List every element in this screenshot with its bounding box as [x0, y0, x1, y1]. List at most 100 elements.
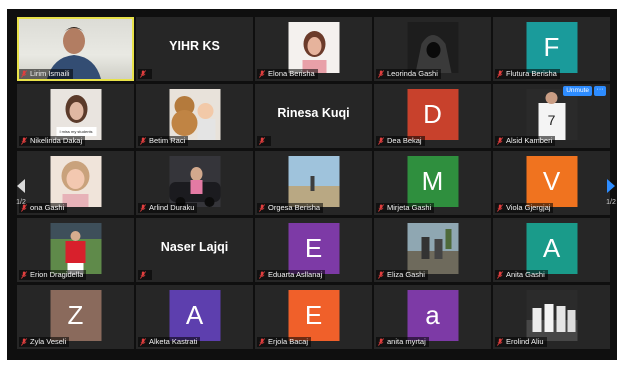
participant-tile[interactable]: A Anita Gashi: [493, 218, 610, 282]
participant-tile[interactable]: Elona Berisha: [255, 17, 372, 81]
participant-name-bar: Alsid Kamberi: [495, 136, 556, 146]
participant-tile[interactable]: ona Gashi: [17, 151, 134, 215]
profile-picture: [50, 223, 101, 274]
mic-muted-icon: [497, 271, 503, 279]
participant-tile[interactable]: E Erjola Bacaj: [255, 285, 372, 349]
mic-muted-icon: [259, 204, 265, 212]
mic-muted-icon: [497, 137, 503, 145]
participant-name-bar: Zyla Veseli: [19, 337, 70, 347]
participant-tile[interactable]: Betim Raci: [136, 84, 253, 148]
participant-name: Lirim Ismaili: [30, 69, 70, 78]
letter-avatar: A: [526, 223, 577, 274]
letter-avatar: F: [526, 22, 577, 73]
profile-picture: [407, 22, 458, 73]
participant-tile[interactable]: A Alketa Kastrati: [136, 285, 253, 349]
participant-tile[interactable]: Arlind Duraku: [136, 151, 253, 215]
chevron-left-icon: [17, 178, 25, 193]
mic-muted-icon: [140, 137, 146, 145]
mic-muted-icon: [259, 338, 265, 346]
participant-tile[interactable]: E Eduarta Asllanaj: [255, 218, 372, 282]
participant-tile[interactable]: D Dea Bekaj: [374, 84, 491, 148]
participant-name-bar: Leorinda Gashi: [376, 69, 441, 79]
mic-muted-icon: [21, 271, 27, 279]
participant-name: Arlind Duraku: [149, 203, 195, 212]
participant-name-bar: Anita Gashi: [495, 270, 548, 280]
page-indicator-right: 1/2: [606, 198, 616, 206]
participant-display-name: Rinesa Kuqi: [277, 106, 350, 120]
mic-muted-icon: [378, 70, 384, 78]
participant-tile[interactable]: Erion Dragidella: [17, 218, 134, 282]
next-page-button[interactable]: 1/2: [600, 162, 622, 222]
profile-picture: I miss my students: [50, 89, 101, 140]
participant-tile[interactable]: Leorinda Gashi: [374, 17, 491, 81]
participant-name: Erjola Bacaj: [268, 337, 309, 346]
mic-muted-icon: [140, 70, 146, 78]
profile-picture: [288, 22, 339, 73]
participant-name-bar: [138, 69, 152, 79]
participant-tile[interactable]: Erolind Aliu: [493, 285, 610, 349]
participant-tile[interactable]: a anita myrtaj: [374, 285, 491, 349]
mic-muted-icon: [378, 204, 384, 212]
participant-name-bar: Eliza Gashi: [376, 270, 428, 280]
participant-tile[interactable]: V Viola Gjergjaj: [493, 151, 610, 215]
participant-name: Leorinda Gashi: [387, 69, 438, 78]
participant-tile[interactable]: Naser Lajqi: [136, 218, 253, 282]
profile-picture: [169, 156, 220, 207]
participant-display-name: YIHR KS: [169, 39, 220, 53]
participant-name-bar: Dea Bekaj: [376, 136, 425, 146]
previous-page-button[interactable]: 1/2: [10, 162, 32, 222]
participant-tile[interactable]: YIHR KS: [136, 17, 253, 81]
profile-picture: [169, 89, 220, 140]
mic-muted-icon: [259, 137, 265, 145]
participant-name: Alsid Kamberi: [506, 136, 553, 145]
participant-name: Flutura Berisha: [506, 69, 557, 78]
participant-tile[interactable]: F Flutura Berisha: [493, 17, 610, 81]
profile-picture: [526, 290, 577, 341]
profile-picture: [407, 223, 458, 274]
participant-name: Alketa Kastrati: [149, 337, 198, 346]
letter-avatar: Z: [50, 290, 101, 341]
mic-muted-icon: [378, 137, 384, 145]
participant-name-bar: Erolind Aliu: [495, 337, 547, 347]
mic-muted-icon: [497, 70, 503, 78]
participant-name-bar: Lirim Ismaili: [19, 69, 73, 79]
mic-muted-icon: [21, 137, 27, 145]
participant-tile[interactable]: Eliza Gashi: [374, 218, 491, 282]
participant-name-bar: Eduarta Asllanaj: [257, 270, 326, 280]
mic-muted-icon: [259, 70, 265, 78]
participant-tile[interactable]: Z Zyla Veseli: [17, 285, 134, 349]
mic-muted-icon: [140, 338, 146, 346]
participant-name: Mirjeta Gashi: [387, 203, 432, 212]
chevron-right-icon: [607, 178, 615, 193]
participant-name-bar: anita myrtaj: [376, 337, 429, 347]
participant-name: Nikelinda Dakaj: [30, 136, 83, 145]
unmute-button[interactable]: Unmute: [563, 86, 592, 96]
participant-tile[interactable]: M Mirjeta Gashi: [374, 151, 491, 215]
participant-name-bar: Flutura Berisha: [495, 69, 560, 79]
participant-tile[interactable]: Lirim Ismaili: [17, 17, 134, 81]
profile-picture: 7: [526, 89, 577, 140]
participant-tile[interactable]: I miss my students Nikelinda Dakaj: [17, 84, 134, 148]
participant-tile[interactable]: Orgesa Berisha: [255, 151, 372, 215]
participant-name: ona Gashi: [30, 203, 65, 212]
participant-name: Dea Bekaj: [387, 136, 422, 145]
participant-name-bar: Erjola Bacaj: [257, 337, 312, 347]
participant-name: Betim Raci: [149, 136, 186, 145]
participant-name-bar: Viola Gjergjaj: [495, 203, 554, 213]
participant-gallery: Lirim Ismaili YIHR KS Elona Berisha Leorind…: [17, 17, 610, 349]
participant-tile[interactable]: 7 Unmute ··· Alsid Kamberi: [493, 84, 610, 148]
participant-name: Erion Dragidella: [30, 270, 84, 279]
participant-name: Zyla Veseli: [30, 337, 67, 346]
more-options-button[interactable]: ···: [594, 86, 606, 96]
page-indicator-left: 1/2: [16, 198, 26, 206]
mic-muted-icon: [140, 271, 146, 279]
participant-name-bar: Nikelinda Dakaj: [19, 136, 86, 146]
profile-picture: [288, 156, 339, 207]
mic-muted-icon: [497, 204, 503, 212]
participant-name-bar: Mirjeta Gashi: [376, 203, 435, 213]
mic-muted-icon: [378, 338, 384, 346]
svg-text:7: 7: [547, 112, 555, 128]
participant-tile[interactable]: Rinesa Kuqi: [255, 84, 372, 148]
participant-name: Erolind Aliu: [506, 337, 544, 346]
photo-caption: I miss my students: [59, 129, 92, 134]
